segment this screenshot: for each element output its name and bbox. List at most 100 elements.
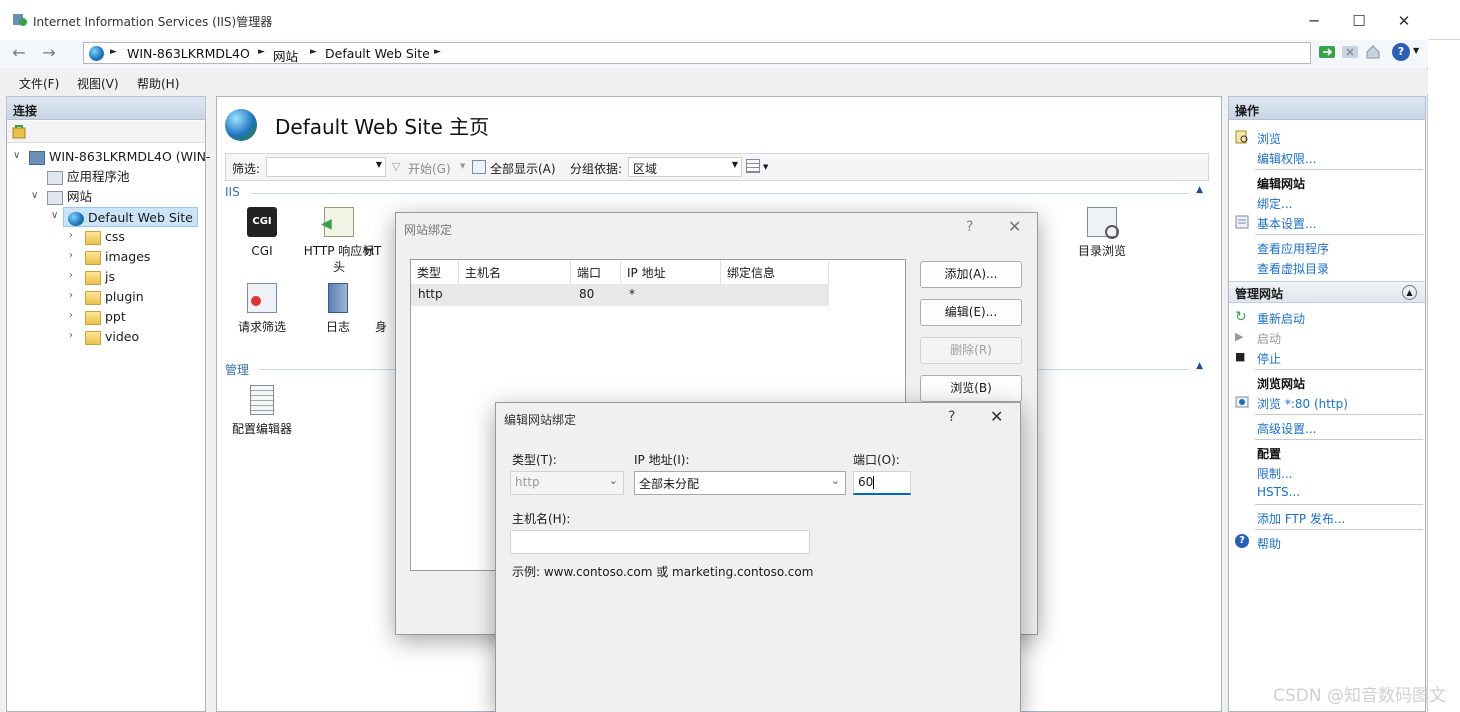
help-button[interactable]: ? — [948, 409, 955, 425]
ip-address-select[interactable]: 全部未分配 ⌄ — [634, 471, 846, 495]
collapse-chevron-icon[interactable]: ▲ — [1196, 185, 1203, 195]
action-help[interactable]: 帮助 — [1257, 535, 1281, 552]
breadcrumb-site[interactable]: Default Web Site — [325, 46, 430, 61]
expand-chevron-icon[interactable]: › — [69, 330, 79, 341]
collapse-chevron-icon[interactable]: ▲ — [1402, 285, 1417, 300]
browse-icon — [1235, 130, 1248, 144]
feature-label: 日志 — [325, 320, 350, 334]
tree-folder-plugin[interactable]: plugin — [85, 287, 144, 307]
tree-app-pools[interactable]: 应用程序池 — [47, 167, 130, 187]
close-window-button[interactable]: ✕ — [1382, 8, 1426, 34]
tree-folder-images[interactable]: images — [85, 247, 150, 267]
start-filter-button[interactable]: 开始(G) — [408, 160, 451, 177]
feature-config-editor[interactable]: 配置编辑器 — [224, 385, 300, 437]
help-button[interactable]: ? — [966, 219, 973, 235]
group-by-select[interactable]: 区域 ▼ — [628, 157, 742, 177]
forward-arrow-icon[interactable]: → — [38, 43, 60, 65]
action-restart[interactable]: 重新启动 — [1257, 310, 1305, 327]
type-select[interactable]: http ⌄ — [510, 471, 624, 495]
expand-chevron-icon[interactable]: › — [69, 270, 79, 281]
manage-site-group[interactable]: 管理网站 ▲ — [1229, 281, 1425, 303]
column-header[interactable]: 端口 — [571, 260, 621, 284]
expand-chevron-icon[interactable]: › — [69, 310, 79, 321]
dropdown-arrow-icon[interactable]: ▼ — [763, 163, 768, 171]
action-limits[interactable]: 限制... — [1257, 465, 1292, 482]
column-header[interactable]: 绑定信息 — [721, 260, 829, 284]
collapse-chevron-icon[interactable]: ▲ — [1196, 361, 1203, 371]
feature-cgi[interactable]: CGI CGI — [224, 207, 300, 259]
feature-directory-browsing[interactable]: 目录浏览 — [1062, 207, 1142, 259]
table-row[interactable]: http 80 * — [411, 284, 829, 306]
home-icon[interactable] — [1364, 43, 1382, 61]
column-header[interactable]: 主机名 — [459, 260, 571, 284]
close-dialog-button[interactable]: ✕ — [1008, 217, 1021, 236]
folder-icon — [85, 250, 101, 265]
show-all-button[interactable]: 全部显示(A) — [490, 160, 556, 177]
action-advanced-settings[interactable]: 高级设置... — [1257, 420, 1316, 437]
menu-file[interactable]: 文件(F) — [19, 75, 59, 92]
edit-binding-button[interactable]: 编辑(E)... — [920, 299, 1022, 326]
server-icon — [29, 150, 45, 165]
column-header[interactable]: 类型 — [411, 260, 459, 284]
tree-folder-ppt[interactable]: ppt — [85, 307, 126, 327]
action-start[interactable]: 启动 — [1257, 330, 1281, 347]
menu-help[interactable]: 帮助(H) — [137, 75, 179, 92]
expand-chevron-icon[interactable]: ∨ — [51, 210, 61, 221]
action-basic-settings[interactable]: 基本设置... — [1257, 215, 1316, 232]
browse-binding-button[interactable]: 浏览(B) — [920, 375, 1022, 402]
tree-server[interactable]: WIN-863LKRMDL4O (WIN- — [29, 147, 211, 167]
remove-binding-button[interactable]: 删除(R) — [920, 337, 1022, 364]
refresh-icon[interactable] — [1318, 43, 1336, 61]
expand-chevron-icon[interactable]: › — [69, 290, 79, 301]
maximize-button[interactable]: ☐ — [1337, 8, 1381, 34]
feature-partial-ht[interactable]: HT — [365, 207, 395, 259]
section-iis[interactable]: IIS ▲ — [225, 185, 1209, 203]
help-icon[interactable]: ? — [1392, 43, 1410, 61]
help-dropdown-chevron-icon[interactable]: ▼ — [1413, 46, 1419, 55]
edit-site-binding-dialog: 编辑网站绑定 ? ✕ 类型(T): http ⌄ IP 地址(I): 全部未分配 ⌄… — [495, 402, 1021, 712]
expand-chevron-icon[interactable]: › — [69, 230, 79, 241]
connect-icon[interactable] — [11, 124, 27, 140]
action-browse-port-80[interactable]: 浏览 *:80 (http) — [1257, 395, 1348, 412]
browse-site-icon — [1235, 396, 1249, 408]
expand-chevron-icon[interactable]: › — [69, 250, 79, 261]
close-dialog-button[interactable]: ✕ — [990, 407, 1003, 426]
view-mode-icon[interactable] — [746, 159, 760, 173]
action-hsts[interactable]: HSTS... — [1257, 485, 1300, 499]
host-name-input[interactable] — [510, 530, 810, 554]
stop-icon[interactable] — [1341, 43, 1359, 61]
title-bar: Internet Information Services (IIS)管理器 ─… — [0, 0, 1428, 40]
tree-default-web-site[interactable]: Default Web Site — [63, 207, 198, 227]
tree-folder-video[interactable]: video — [85, 327, 139, 347]
port-input[interactable]: 60 — [853, 471, 911, 495]
back-arrow-icon[interactable]: ← — [8, 43, 30, 65]
expand-chevron-icon[interactable]: ∨ — [31, 190, 41, 201]
background-window-edge — [1429, 0, 1460, 40]
action-bindings[interactable]: 绑定... — [1257, 195, 1292, 212]
action-view-applications[interactable]: 查看应用程序 — [1257, 240, 1329, 257]
expand-chevron-icon[interactable]: ∨ — [13, 150, 23, 161]
address-bar[interactable]: ► WIN-863LKRMDL4O ► 网站 ► Default Web Sit… — [83, 42, 1311, 64]
action-add-ftp-publishing[interactable]: 添加 FTP 发布... — [1257, 510, 1345, 527]
tree-folder-label: ppt — [105, 309, 126, 324]
column-header[interactable]: IP 地址 — [621, 260, 721, 284]
site-globe-icon — [225, 109, 257, 141]
tree-folder-css[interactable]: css — [85, 227, 125, 247]
breadcrumb-server[interactable]: WIN-863LKRMDL4O — [127, 46, 250, 61]
breadcrumb-sites[interactable]: 网站 — [273, 46, 298, 65]
tree-sites[interactable]: 网站 — [47, 187, 92, 207]
action-edit-permissions[interactable]: 编辑权限... — [1257, 150, 1316, 167]
add-binding-button[interactable]: 添加(A)... — [920, 261, 1022, 288]
action-browse[interactable]: 浏览 — [1257, 130, 1281, 147]
minimize-button[interactable]: ─ — [1292, 8, 1336, 34]
feature-request-filtering[interactable]: 请求筛选 — [224, 283, 300, 335]
group-by-label: 分组依据: — [570, 162, 623, 176]
action-stop[interactable]: 停止 — [1257, 350, 1281, 367]
tree-folder-js[interactable]: js — [85, 267, 115, 287]
feature-logging[interactable]: 日志 — [300, 283, 376, 335]
action-view-virtual-directories[interactable]: 查看虚拟目录 — [1257, 260, 1329, 277]
menu-view[interactable]: 视图(V) — [77, 75, 119, 92]
filter-input[interactable]: ▼ — [266, 157, 386, 177]
menu-bar: 文件(F) 视图(V) 帮助(H) — [0, 70, 1428, 94]
breadcrumb-separator: ► — [434, 47, 441, 57]
